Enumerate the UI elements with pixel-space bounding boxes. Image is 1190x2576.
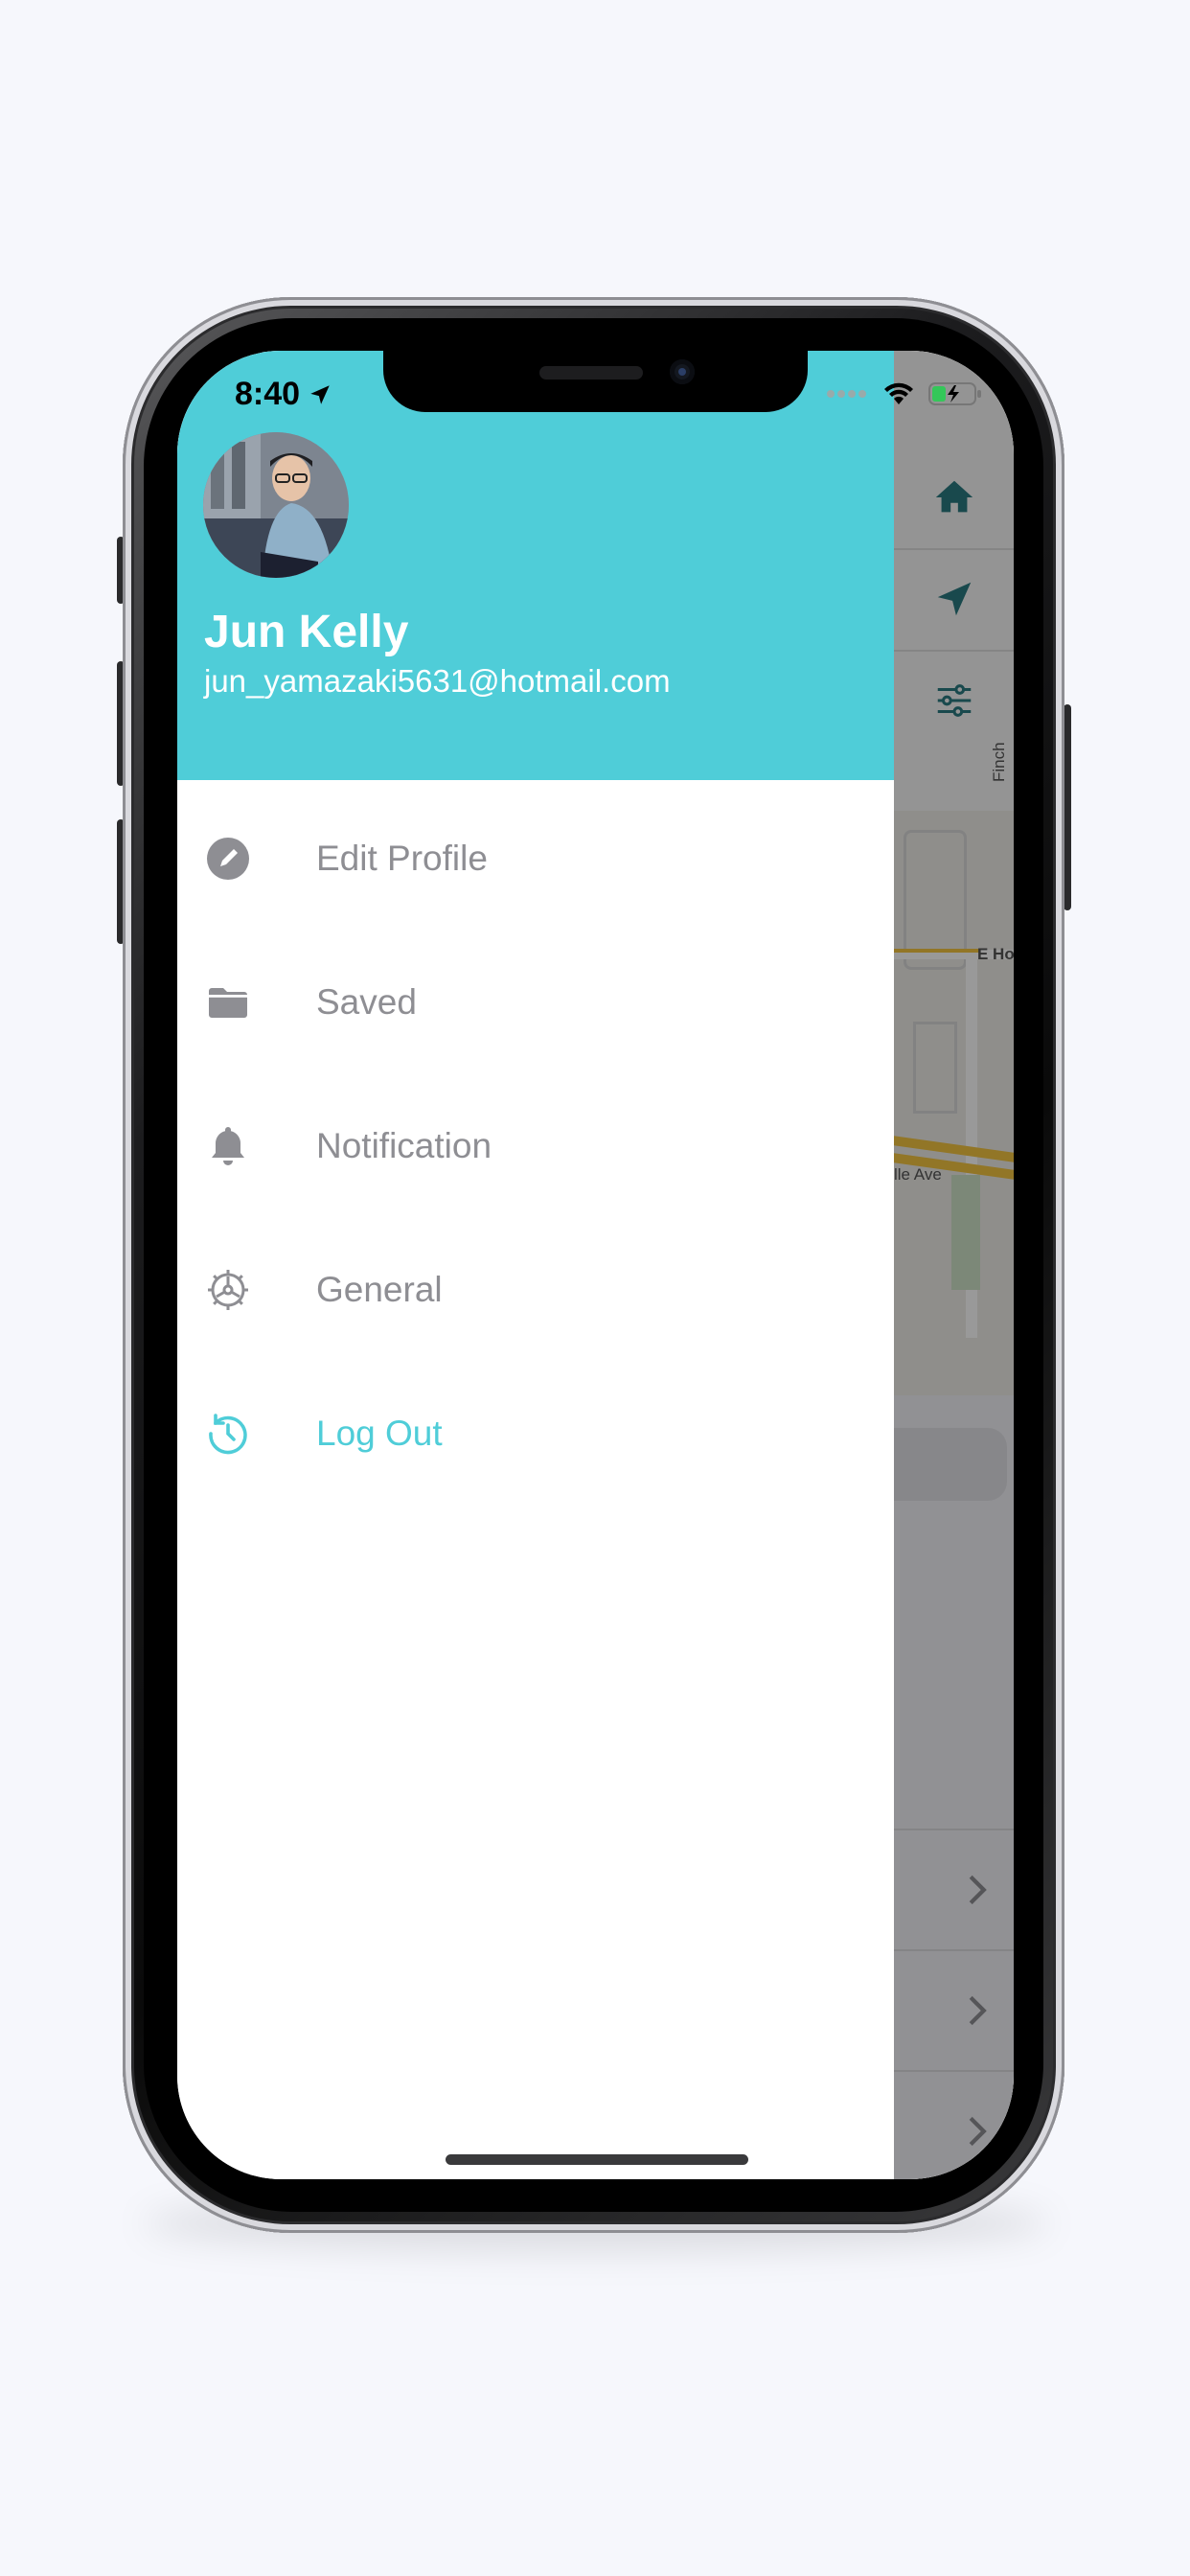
speaker-grille — [539, 366, 643, 380]
avatar[interactable] — [203, 432, 349, 578]
location-arrow-icon — [310, 384, 330, 404]
battery-charging-icon — [928, 382, 981, 405]
profile-header: Jun Kelly jun_yamazaki5631@hotmail.com — [177, 351, 894, 780]
screen: Finch E Ho lle Ave Jun Kelly jun_yamazak… — [177, 351, 1014, 2179]
folder-icon — [204, 978, 252, 1026]
menu-item-log-out[interactable]: Log Out — [177, 1376, 894, 1491]
avatar-photo — [203, 432, 349, 578]
status-bar-indicators — [827, 381, 982, 406]
notch — [383, 351, 808, 412]
wifi-icon — [884, 382, 913, 404]
status-bar-time: 8:40 — [235, 376, 332, 413]
menu-item-notification[interactable]: Notification — [177, 1089, 894, 1204]
gear-icon — [204, 1266, 252, 1314]
profile-email: jun_yamazaki5631@hotmail.com — [204, 663, 671, 699]
logout-icon — [204, 1410, 252, 1458]
menu-label: Edit Profile — [316, 839, 488, 878]
time-label: 8:40 — [235, 376, 301, 412]
menu-item-edit-profile[interactable]: Edit Profile — [177, 801, 894, 916]
home-indicator[interactable] — [446, 2154, 748, 2165]
menu-label: Notification — [316, 1126, 492, 1165]
camera — [670, 359, 695, 384]
menu-label: Saved — [316, 982, 417, 1022]
drawer-overlay[interactable] — [894, 351, 1014, 2179]
menu-label: Log Out — [316, 1414, 443, 1453]
side-drawer: Jun Kelly jun_yamazaki5631@hotmail.com E… — [177, 351, 894, 2179]
menu-label: General — [316, 1270, 443, 1309]
menu-item-saved[interactable]: Saved — [177, 945, 894, 1060]
pencil-circle-icon — [204, 835, 252, 883]
power-button — [1064, 704, 1071, 910]
menu-item-general[interactable]: General — [177, 1232, 894, 1347]
bell-icon — [204, 1122, 252, 1170]
cellular-signal-icon — [827, 385, 869, 402]
profile-name: Jun Kelly — [204, 607, 409, 657]
